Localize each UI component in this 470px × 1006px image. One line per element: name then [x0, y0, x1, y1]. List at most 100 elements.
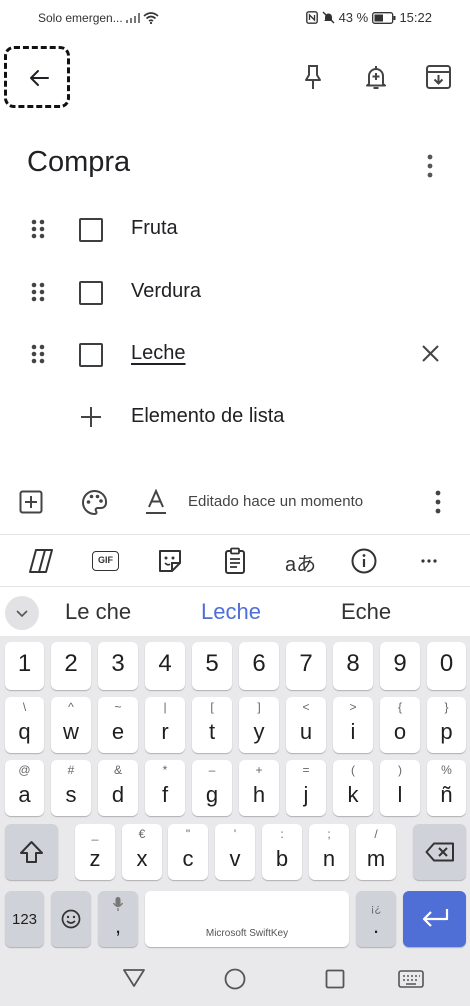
- key[interactable]: ~ e: [98, 697, 138, 753]
- prediction-right[interactable]: Eche: [341, 599, 391, 625]
- delete-item-icon[interactable]: [421, 344, 440, 363]
- text-format-button[interactable]: [145, 489, 167, 516]
- note-title[interactable]: Compra: [27, 146, 130, 179]
- copilot-icon[interactable]: [27, 547, 55, 575]
- key[interactable]: * f: [145, 760, 185, 816]
- key[interactable]: ' v: [215, 824, 255, 880]
- battery-icon: [371, 12, 396, 24]
- item-checkbox[interactable]: [79, 218, 103, 242]
- sticker-icon[interactable]: [157, 548, 183, 574]
- list-item-active: Leche: [0, 329, 470, 379]
- microphone-icon: [112, 897, 124, 911]
- battery-percent: 43 %: [338, 10, 369, 25]
- info-icon[interactable]: [351, 548, 377, 574]
- key[interactable]: 8: [333, 642, 373, 690]
- key[interactable]: < u: [286, 697, 326, 753]
- clipboard-icon[interactable]: [224, 547, 246, 575]
- list-item: Verdura: [0, 267, 470, 317]
- item-text-input[interactable]: Leche: [131, 342, 186, 365]
- shift-icon: [20, 841, 43, 863]
- key[interactable]: 7: [286, 642, 326, 690]
- nfc-icon: [306, 11, 319, 24]
- key[interactable]: 3: [98, 642, 138, 690]
- more-options-button[interactable]: [434, 489, 442, 515]
- shift-key[interactable]: [5, 824, 58, 880]
- key[interactable]: & d: [98, 760, 138, 816]
- archive-button[interactable]: [425, 64, 452, 90]
- key[interactable]: :b: [262, 824, 302, 880]
- back-button[interactable]: [4, 46, 70, 108]
- arrow-back-icon: [30, 70, 49, 86]
- keyboard-icon[interactable]: [398, 970, 424, 988]
- add-icon: [81, 407, 101, 427]
- item-checkbox[interactable]: [79, 281, 103, 305]
- key[interactable]: # s: [51, 760, 91, 816]
- key[interactable]: ) l: [380, 760, 420, 816]
- palette-icon: [82, 489, 108, 516]
- more-horiz-icon[interactable]: [421, 559, 437, 563]
- key[interactable]: / m: [356, 824, 396, 880]
- key[interactable]: ] y: [239, 697, 279, 753]
- key[interactable]: % ñ: [427, 760, 466, 816]
- chevron-down-icon: [16, 610, 28, 617]
- nav-home-icon[interactable]: [224, 968, 246, 990]
- drag-handle-icon[interactable]: [31, 282, 45, 302]
- item-text[interactable]: Fruta: [131, 217, 178, 240]
- key[interactable]: – g: [192, 760, 232, 816]
- wifi-icon: [143, 12, 159, 24]
- key[interactable]: 0: [427, 642, 466, 690]
- enter-key[interactable]: [403, 891, 466, 947]
- key[interactable]: 5: [192, 642, 232, 690]
- item-text[interactable]: Verdura: [131, 280, 201, 303]
- more-vert-icon: [435, 490, 441, 514]
- key[interactable]: _ z: [75, 824, 115, 880]
- key[interactable]: = j: [286, 760, 326, 816]
- backspace-key[interactable]: [413, 824, 466, 880]
- key[interactable]: 4: [145, 642, 185, 690]
- key[interactable]: ; n: [309, 824, 349, 880]
- text-format-icon: [146, 489, 166, 514]
- key[interactable]: [t: [192, 697, 232, 753]
- key[interactable]: " c: [168, 824, 208, 880]
- period-key[interactable]: ¡¿ .: [356, 891, 396, 947]
- key[interactable]: ^ w: [51, 697, 91, 753]
- archive-icon: [426, 65, 451, 89]
- pin-button[interactable]: [300, 63, 326, 91]
- numbers-key[interactable]: 123: [5, 891, 44, 947]
- add-list-item[interactable]: Elemento de lista: [0, 392, 470, 442]
- space-key[interactable]: Microsoft SwiftKey: [145, 891, 349, 947]
- key[interactable]: 1: [5, 642, 44, 690]
- note-menu-button[interactable]: [426, 153, 434, 179]
- add-box-button[interactable]: [19, 490, 43, 514]
- key[interactable]: 6: [239, 642, 279, 690]
- emoji-icon: [61, 909, 81, 929]
- key[interactable]: 2: [51, 642, 91, 690]
- palette-button[interactable]: [81, 489, 108, 516]
- gif-button[interactable]: GIF: [92, 551, 119, 571]
- key[interactable]: (k: [333, 760, 373, 816]
- key[interactable]: | r: [145, 697, 185, 753]
- carrier-text: Solo emergen...: [38, 11, 123, 25]
- drag-handle-icon[interactable]: [31, 219, 45, 239]
- key[interactable]: @ a: [5, 760, 44, 816]
- key[interactable]: + h: [239, 760, 279, 816]
- translate-icon[interactable]: aあ: [285, 548, 316, 577]
- nav-recents-icon[interactable]: [325, 969, 345, 989]
- comma-key[interactable]: ,: [98, 891, 138, 947]
- prediction-center[interactable]: Leche: [201, 599, 261, 625]
- reminder-button[interactable]: [362, 63, 390, 91]
- item-checkbox[interactable]: [79, 343, 103, 367]
- key[interactable]: > i: [333, 697, 373, 753]
- nav-back-icon[interactable]: [122, 968, 146, 988]
- collapse-button[interactable]: [5, 596, 39, 630]
- key[interactable]: } p: [427, 697, 466, 753]
- key[interactable]: € x: [122, 824, 162, 880]
- drag-handle-icon[interactable]: [31, 344, 45, 364]
- edited-status: Editado hace un momento: [188, 493, 364, 510]
- key[interactable]: {o: [380, 697, 420, 753]
- prediction-left[interactable]: Le che: [65, 599, 131, 625]
- add-alert-icon: [366, 66, 386, 89]
- key[interactable]: \ q: [5, 697, 44, 753]
- emoji-key[interactable]: [51, 891, 91, 947]
- key[interactable]: 9: [380, 642, 420, 690]
